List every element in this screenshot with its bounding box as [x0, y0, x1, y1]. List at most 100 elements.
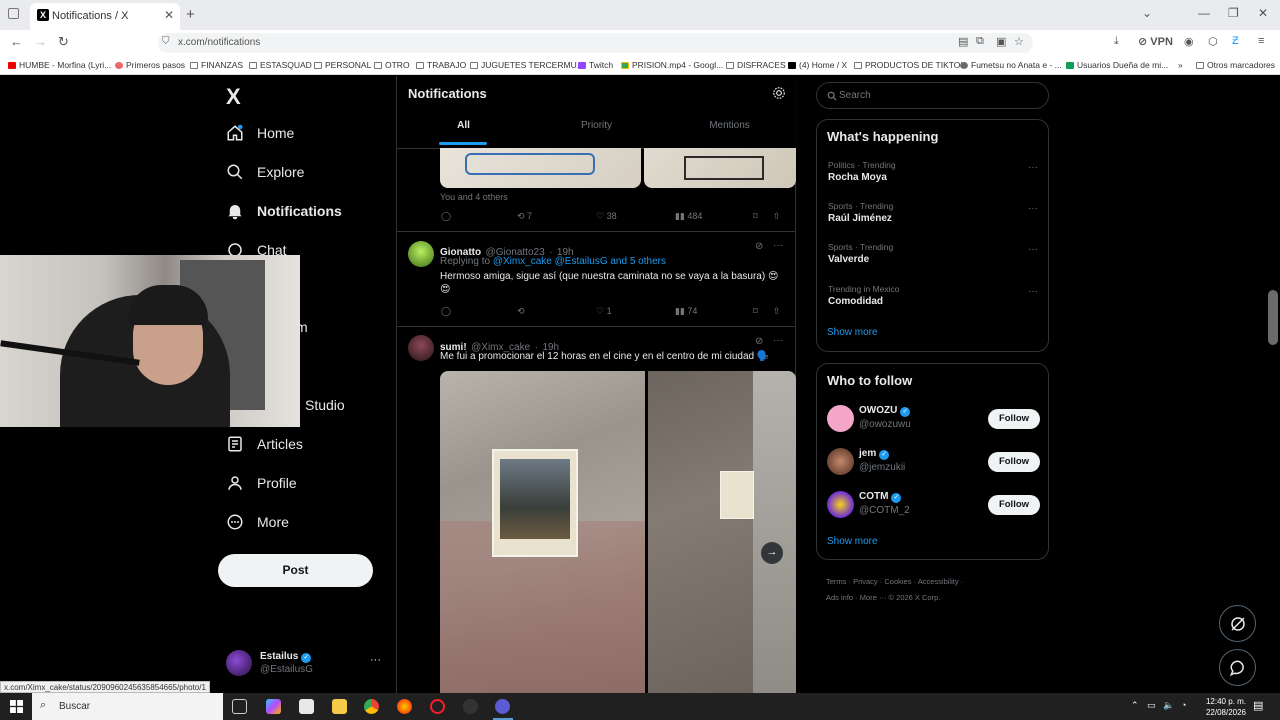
- trend-more-icon[interactable]: ···: [1028, 286, 1038, 297]
- chrome-icon[interactable]: [364, 699, 379, 714]
- firefox-icon[interactable]: [397, 699, 412, 714]
- settings-gear-icon[interactable]: [772, 86, 786, 100]
- volume-icon[interactable]: 🔈: [1163, 700, 1174, 711]
- trend-item[interactable]: Politics · Trending Rocha Moya ···: [817, 160, 1050, 200]
- back-icon[interactable]: ←: [10, 34, 23, 49]
- tray-overflow-icon[interactable]: ⌃: [1131, 700, 1139, 711]
- avatar[interactable]: [827, 405, 854, 432]
- footer-link[interactable]: Terms: [826, 577, 846, 586]
- bookmark-item[interactable]: Fumetsu no Anata e - ...: [960, 60, 1062, 70]
- taskbar-search[interactable]: ⌕ Buscar: [32, 693, 223, 720]
- url-field[interactable]: ⛉ x.com/notifications: [158, 33, 1033, 53]
- restore-icon[interactable]: ❐: [1228, 6, 1239, 20]
- screenshot-icon[interactable]: ⧉: [976, 35, 984, 48]
- prev-tweet-image[interactable]: [644, 148, 796, 188]
- bookmark-item[interactable]: Twitch: [578, 60, 613, 70]
- bookmark-icon[interactable]: ⌑: [753, 211, 758, 222]
- notepad-icon[interactable]: [299, 699, 314, 714]
- avatar[interactable]: [408, 241, 434, 267]
- bookmark-star-icon[interactable]: ☆: [1014, 35, 1024, 48]
- menu-icon[interactable]: ≡: [1258, 35, 1264, 47]
- forward-icon[interactable]: →: [34, 34, 47, 49]
- prev-tweet-image[interactable]: [440, 148, 641, 188]
- avatar[interactable]: [827, 448, 854, 475]
- views-action[interactable]: ▮▮ 74: [675, 306, 697, 317]
- footer-link[interactable]: More ···: [860, 593, 887, 602]
- show-more-follow[interactable]: Show more: [827, 536, 878, 547]
- new-tab-icon[interactable]: +: [186, 6, 195, 23]
- extension-app-icon[interactable]: Ƶ: [1232, 35, 1239, 47]
- copilot-icon[interactable]: [266, 699, 281, 714]
- bookmark-folder[interactable]: PERSONAL: [314, 60, 371, 70]
- tweet-more-icon[interactable]: ···: [773, 335, 783, 346]
- page-scrollbar-thumb[interactable]: [1268, 290, 1278, 345]
- next-image-icon[interactable]: →: [761, 542, 783, 564]
- like-action[interactable]: ♡ 38: [596, 211, 617, 222]
- close-tab-icon[interactable]: ✕: [164, 8, 174, 22]
- network-icon[interactable]: ▭: [1147, 700, 1156, 711]
- bookmark-folder[interactable]: TRABAJO: [416, 60, 466, 70]
- like-action[interactable]: ♡ 1: [596, 306, 612, 317]
- search-input[interactable]: Search: [839, 90, 871, 101]
- vpn-button[interactable]: ⊘ VPN: [1138, 35, 1173, 48]
- opera-icon[interactable]: [430, 699, 445, 714]
- avatar[interactable]: [408, 335, 434, 361]
- bookmark-item[interactable]: PRISION.mp4 - Googl...: [621, 60, 723, 70]
- follow-suggestion[interactable]: jem ✓ @jemzukii Follow: [817, 447, 1050, 477]
- post-button[interactable]: Post: [218, 554, 373, 587]
- account-icon[interactable]: ◉: [1184, 35, 1194, 48]
- extensions-icon[interactable]: ⬡: [1208, 35, 1218, 48]
- bookmark-item[interactable]: HUMBE - Morfina (Lyri...: [8, 60, 111, 70]
- trend-more-icon[interactable]: ···: [1028, 203, 1038, 214]
- tweet-more-icon[interactable]: ···: [773, 240, 783, 251]
- trend-item[interactable]: Trending in Mexico Comodidad ···: [817, 284, 1050, 324]
- bookmarks-overflow-icon[interactable]: »: [1178, 60, 1183, 70]
- bookmark-folder[interactable]: DISFRACES: [726, 60, 786, 70]
- share-icon[interactable]: ⇧: [773, 306, 781, 317]
- minimize-icon[interactable]: —: [1198, 6, 1210, 20]
- follow-suggestion[interactable]: COTM ✓ @COTM_2 Follow: [817, 490, 1050, 520]
- follow-suggestion[interactable]: OWOZU ✓ @owozuwu Follow: [817, 404, 1050, 434]
- messages-floating-button[interactable]: [1219, 649, 1256, 686]
- close-window-icon[interactable]: ✕: [1258, 6, 1268, 20]
- download-icon[interactable]: ⤓: [1114, 35, 1119, 48]
- avatar[interactable]: [827, 491, 854, 518]
- tab-list-chevron-icon[interactable]: ⌄: [1142, 6, 1152, 20]
- browser-tab[interactable]: X Notifications / X ✕: [30, 3, 180, 30]
- tab-actions-icon[interactable]: [8, 8, 19, 19]
- account-more-icon[interactable]: ···: [370, 654, 381, 666]
- bookmark-folder[interactable]: JUGUETES TERCERMU...: [470, 60, 584, 70]
- tab-priority[interactable]: Priority: [530, 120, 663, 144]
- show-more-trends[interactable]: Show more: [827, 327, 878, 338]
- bookmark-folder[interactable]: PRODUCTOS DE TIKTOK: [854, 60, 966, 70]
- footer-link[interactable]: Privacy: [853, 577, 878, 586]
- grok-icon[interactable]: ⊘: [755, 336, 763, 347]
- system-clock[interactable]: 12:40 p. m. 22/08/2026: [1198, 696, 1246, 718]
- share-icon[interactable]: ⇧: [773, 211, 781, 222]
- trend-item[interactable]: Sports · Trending Valverde ···: [817, 242, 1050, 282]
- bookmark-icon[interactable]: ⌑: [753, 306, 758, 317]
- trend-more-icon[interactable]: ···: [1028, 162, 1038, 173]
- reader-icon[interactable]: ▤: [958, 35, 968, 48]
- follow-button[interactable]: Follow: [988, 495, 1040, 515]
- tab-all[interactable]: All: [397, 120, 530, 145]
- footer-link[interactable]: Cookies: [884, 577, 911, 586]
- site-info-icon[interactable]: ⛉: [162, 36, 170, 47]
- views-action[interactable]: ▮▮ 484: [675, 211, 702, 222]
- tab-mentions[interactable]: Mentions: [663, 120, 796, 144]
- follow-button[interactable]: Follow: [988, 452, 1040, 472]
- replying-mentions[interactable]: @Ximx_cake @EstailusG and 5 others: [493, 256, 666, 267]
- sidebar-icon[interactable]: ▣: [996, 35, 1006, 48]
- x-logo[interactable]: X: [226, 84, 241, 110]
- task-view-icon[interactable]: [232, 699, 247, 714]
- reply-icon[interactable]: ◯: [441, 211, 451, 222]
- retweet-action[interactable]: ⟲ 7: [517, 211, 532, 222]
- tweet-image-wall-poster[interactable]: [440, 371, 645, 693]
- bookmark-folder[interactable]: ESTASQUAD: [249, 60, 312, 70]
- footer-link[interactable]: Ads info: [826, 593, 853, 602]
- retweet-icon[interactable]: ⟲: [517, 306, 525, 317]
- footer-link[interactable]: Accessibility: [918, 577, 959, 586]
- bookmark-item[interactable]: (4) Home / X: [788, 60, 847, 70]
- browser-app-icon[interactable]: [495, 699, 510, 714]
- tray-app-icon[interactable]: ◔: [1181, 700, 1186, 710]
